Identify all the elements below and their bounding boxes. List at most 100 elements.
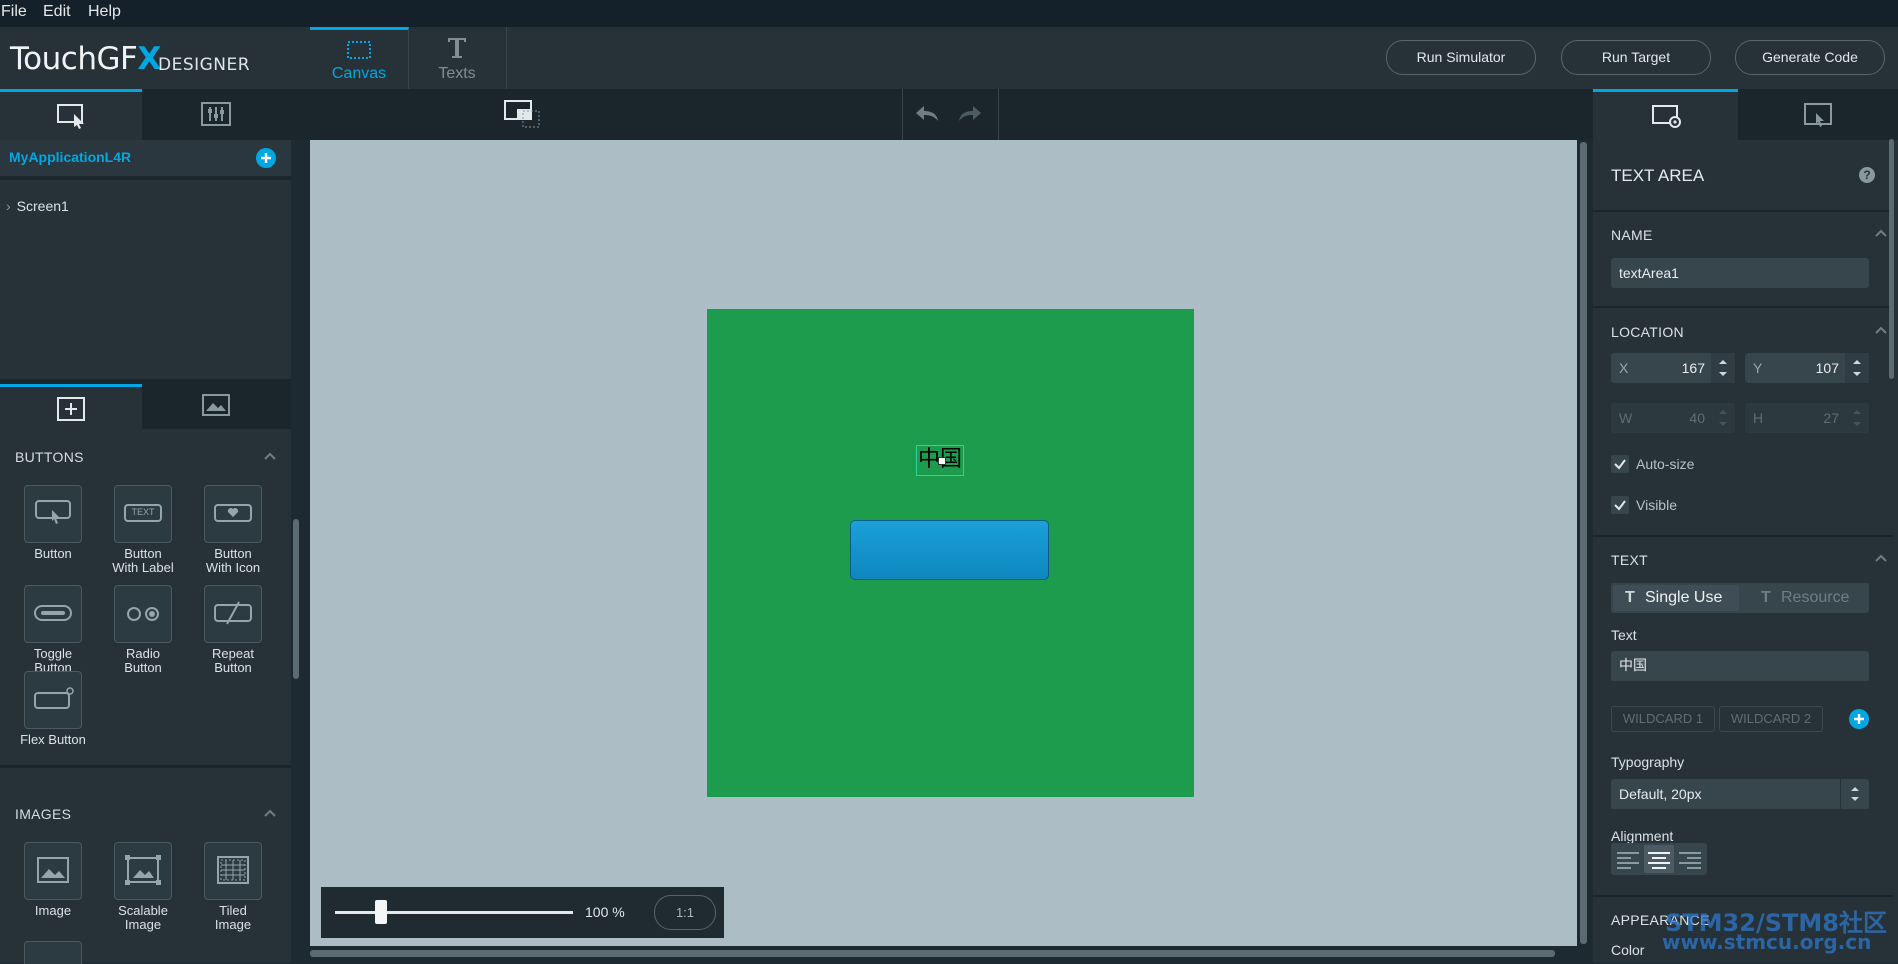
partial-widget[interactable] [24,941,82,964]
align-right-icon[interactable] [1675,845,1705,873]
screen-preview[interactable]: 中国 [707,309,1194,797]
typography-label: Typography [1611,754,1685,770]
tab-texts[interactable]: Texts [408,27,507,89]
redo-icon[interactable] [956,103,984,125]
menu-edit[interactable]: Edit [43,3,71,21]
scalable-image-icon [114,842,172,900]
widget-scalable-image[interactable]: Scalable Image [98,842,188,932]
widget-image[interactable]: Image [8,842,98,918]
widget-button-with-icon[interactable]: Button With Icon [188,485,278,575]
image-icon [200,393,232,417]
run-target-button[interactable]: Run Target [1561,40,1711,75]
button-with-label-icon: TEXT [114,485,172,543]
label-line1: Tiled [219,903,247,918]
label-line1: Button [214,546,252,561]
interaction-icon [1802,101,1834,129]
add-screen-icon[interactable] [256,148,276,168]
canvas-horizontal-scrollbar[interactable] [310,950,1555,957]
sliders-icon [200,101,232,127]
divider [1593,306,1893,308]
zoom-reset-button[interactable]: 1:1 [654,895,716,930]
canvas-area[interactable]: 中国 100 % 1:1 [310,140,1577,946]
select-cursor-icon [56,102,88,130]
widget-radio-button[interactable]: Radio Button [98,585,188,675]
y-stepper[interactable] [1845,353,1869,383]
tab-canvas[interactable]: Canvas [310,27,409,89]
undo-icon[interactable] [913,103,941,125]
x-field[interactable]: X 167 [1611,353,1735,383]
text-label: Text [1611,627,1637,643]
tab-interactions[interactable] [142,89,291,140]
x-stepper[interactable] [1711,353,1735,383]
left-scrollbar[interactable] [293,519,299,679]
collapse-icon[interactable] [263,808,277,818]
drag-handle[interactable] [938,457,946,465]
widget-toggle-button[interactable]: Toggle Button [8,585,98,675]
properties-scrollbar[interactable] [1889,139,1894,379]
widget-tiled-image[interactable]: Tiled Image [188,842,278,932]
alignment-label: Alignment [1611,828,1674,844]
collapse-icon[interactable] [1874,228,1887,238]
collapse-icon[interactable] [263,451,277,461]
h-value: 27 [1823,410,1839,426]
text-type-icon: T [1625,589,1635,606]
resource-icon: T [1761,589,1771,606]
app-logo: TouchGFX [10,41,161,77]
run-simulator-button[interactable]: Run Simulator [1386,40,1536,75]
help-icon[interactable]: ? [1859,167,1875,183]
watermark-url: www.stmcu.org.cn [1662,930,1872,954]
divider [1593,210,1893,212]
widget-flex-label: Flex Button [20,732,86,747]
h-field: H 27 [1745,403,1869,433]
zoom-slider-track[interactable] [335,911,573,914]
wildcard1-button[interactable]: WILDCARD 1 [1611,706,1715,732]
canvas-vertical-scrollbar[interactable] [1580,142,1587,944]
visible-checkbox[interactable] [1611,496,1629,514]
add-wildcard-icon[interactable] [1849,709,1869,729]
tab-widgets[interactable] [0,384,142,432]
widget-button[interactable]: Button [8,485,98,561]
collapse-icon[interactable] [1874,325,1887,335]
add-widget-icon [55,396,87,422]
text-value-field[interactable]: 中国 [1611,651,1869,681]
y-label: Y [1753,360,1763,376]
label-line2: Image [214,917,252,932]
widget-button-with-label[interactable]: TEXT Button With Label [98,485,188,575]
name-field[interactable]: textArea1 [1611,258,1869,288]
autosize-checkbox[interactable] [1611,455,1629,473]
canvas-button[interactable] [850,520,1049,580]
widget-repeat-button[interactable]: Repeat Button [188,585,278,675]
screen-size-icon[interactable] [503,99,543,131]
app-name[interactable]: MyApplicationL4R [9,149,131,165]
tab-images[interactable] [142,381,291,429]
widget-flex-button[interactable]: Flex Button [8,671,98,747]
widget-button-with-label-label: Button With Label [98,547,188,575]
text-area-selected[interactable]: 中国 [916,445,964,476]
tab-interactions-right[interactable] [1738,89,1898,140]
align-left-icon[interactable] [1613,845,1643,873]
resource-option[interactable]: T Resource [1741,585,1867,611]
divider [1593,535,1893,537]
typography-select[interactable]: Default, 20px [1611,779,1869,809]
zoom-slider-thumb[interactable] [375,900,387,924]
section-buttons: BUTTONS [15,449,84,465]
visible-label: Visible [1636,497,1677,513]
logo-prefix: TouchGF [10,41,138,77]
y-field[interactable]: Y 107 [1745,353,1869,383]
align-center-icon[interactable] [1644,845,1674,873]
single-use-option[interactable]: T Single Use [1613,585,1739,611]
menu-file[interactable]: File [1,3,27,21]
text-badge: TEXT [131,507,155,517]
divider [998,89,999,140]
tab-canvas-label: Canvas [331,65,387,82]
tree-item-screen1[interactable]: › Screen1 [6,198,69,214]
text-type-toggle: T Single Use T Resource [1611,583,1869,613]
text-header: TEXT [1611,552,1648,568]
generate-code-button[interactable]: Generate Code [1735,40,1885,75]
label-line1: Repeat [212,646,254,661]
wildcard2-button[interactable]: WILDCARD 2 [1719,706,1823,732]
menu-help[interactable]: Help [88,3,121,21]
tab-tree[interactable] [0,89,142,140]
collapse-icon[interactable] [1874,553,1887,563]
tab-properties[interactable] [1593,89,1738,140]
